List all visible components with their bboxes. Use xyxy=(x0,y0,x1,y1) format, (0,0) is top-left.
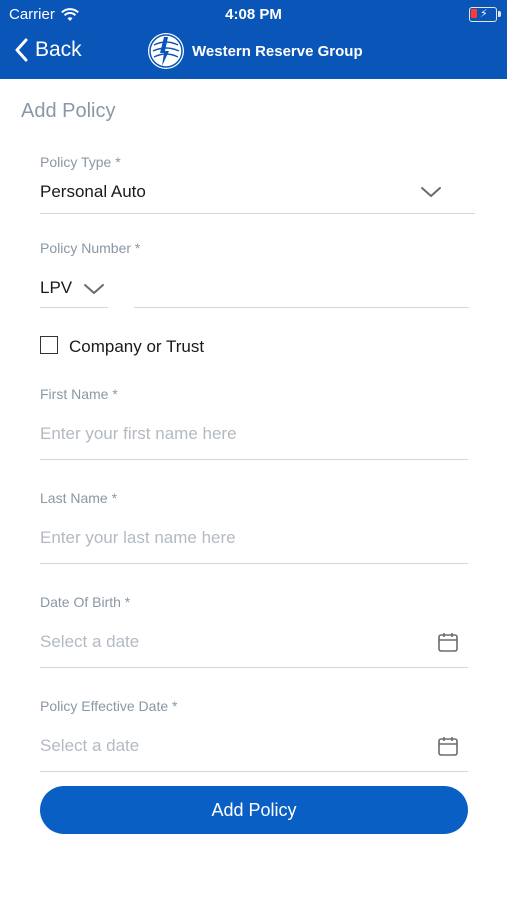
date-of-birth-label: Date Of Birth * xyxy=(40,594,131,610)
chevron-down-icon xyxy=(84,284,104,294)
divider xyxy=(40,459,468,460)
brand-logo xyxy=(148,33,184,69)
battery-icon: ⚡ xyxy=(469,7,501,22)
policy-prefix-value: LPV xyxy=(40,278,73,297)
calendar-icon[interactable] xyxy=(437,631,459,653)
company-or-trust-label[interactable]: Company or Trust xyxy=(69,337,204,357)
first-name-label: First Name * xyxy=(40,386,118,402)
divider xyxy=(40,213,475,214)
back-button[interactable]: Back xyxy=(14,38,82,62)
top-navigation-bar: Carrier 4:08 PM ⚡ Back Western Reserve G… xyxy=(0,0,507,79)
date-of-birth-input[interactable]: Select a date xyxy=(40,632,139,652)
chevron-down-icon xyxy=(421,187,441,197)
policy-type-label: Policy Type * xyxy=(40,154,121,170)
policy-number-input[interactable] xyxy=(134,270,469,308)
back-label: Back xyxy=(35,38,82,61)
policy-number-label: Policy Number * xyxy=(40,240,141,256)
page-title: Add Policy xyxy=(21,100,116,122)
policy-effective-date-label: Policy Effective Date * xyxy=(40,698,178,714)
add-policy-button[interactable]: Add Policy xyxy=(40,786,468,834)
clock: 4:08 PM xyxy=(225,6,282,23)
divider xyxy=(40,667,468,668)
status-bar: Carrier 4:08 PM ⚡ xyxy=(0,4,507,26)
company-or-trust-checkbox[interactable] xyxy=(40,336,58,354)
last-name-input[interactable]: Enter your last name here xyxy=(40,528,236,548)
divider xyxy=(134,307,469,308)
calendar-icon[interactable] xyxy=(437,735,459,757)
brand-name: Western Reserve Group xyxy=(192,42,363,60)
first-name-input[interactable]: Enter your first name here xyxy=(40,424,237,444)
policy-effective-date-input[interactable]: Select a date xyxy=(40,736,139,756)
divider xyxy=(40,563,468,564)
last-name-label: Last Name * xyxy=(40,490,118,506)
brand: Western Reserve Group xyxy=(148,33,363,69)
divider xyxy=(40,307,108,308)
policy-type-value: Personal Auto xyxy=(40,182,146,201)
back-chevron-icon xyxy=(15,38,28,62)
divider xyxy=(40,771,468,772)
